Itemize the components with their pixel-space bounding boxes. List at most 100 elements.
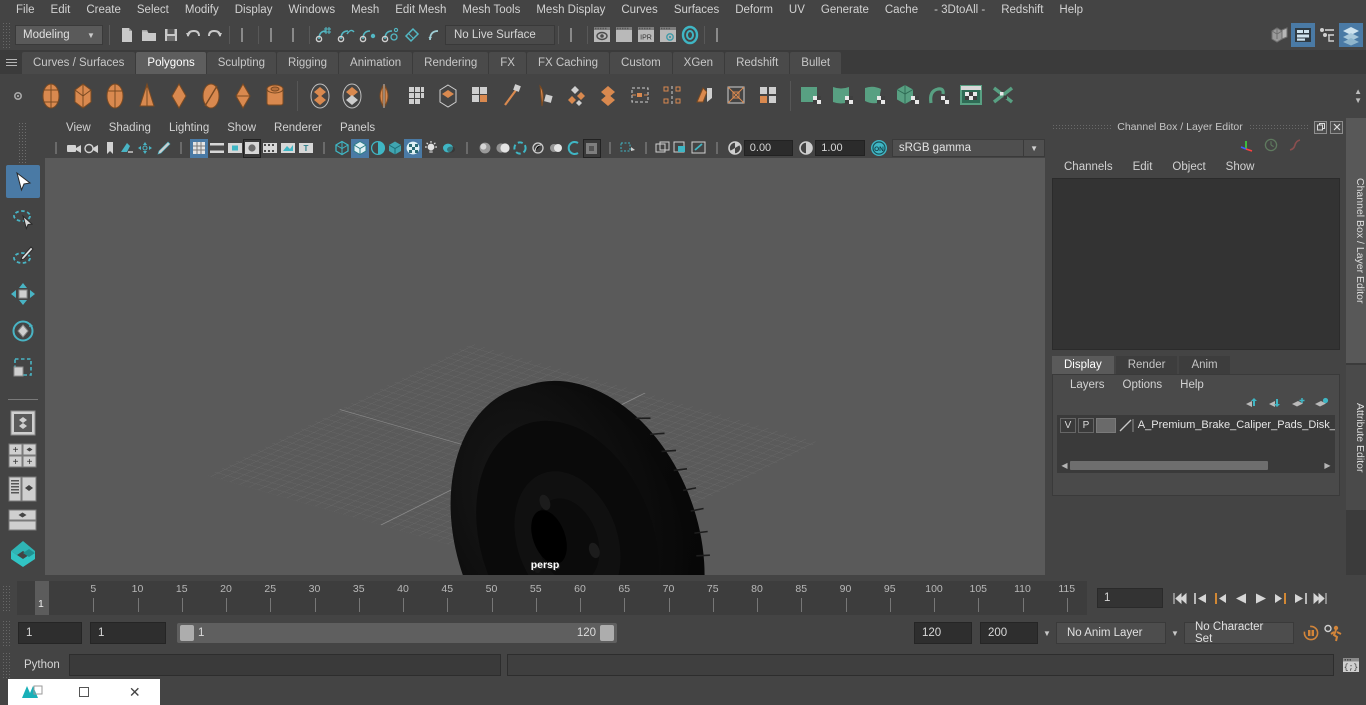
poly-separate-icon[interactable] — [337, 79, 367, 113]
auto-keyframe-icon[interactable] — [1300, 622, 1322, 644]
wireframe-icon[interactable] — [333, 139, 351, 158]
xray-toggle-icon[interactable] — [529, 139, 547, 158]
select-by-component-icon[interactable] — [284, 24, 306, 46]
film-gate-icon[interactable] — [208, 139, 226, 158]
display-layers-icon[interactable] — [619, 139, 637, 158]
layer-tab-display[interactable]: Display — [1052, 356, 1114, 374]
menu-item-surfaces[interactable]: Surfaces — [666, 0, 727, 20]
shelf-tab-sculpting[interactable]: Sculpting — [206, 52, 277, 74]
texture-checker-icon[interactable] — [958, 79, 988, 113]
step-forward-frame-icon[interactable] — [1272, 588, 1289, 608]
grid-toggle-icon[interactable] — [189, 138, 208, 158]
xray-active-components-icon[interactable] — [565, 139, 583, 158]
menu-item-edit[interactable]: Edit — [43, 0, 79, 20]
rotate-tool[interactable] — [6, 314, 40, 347]
curve-icon[interactable] — [1288, 138, 1302, 155]
tool-box-grip[interactable] — [17, 122, 28, 164]
poly-cube-icon[interactable] — [68, 79, 98, 113]
color-management-chevron-down-icon[interactable]: ▼ — [1024, 139, 1045, 157]
shadows-icon[interactable] — [440, 139, 458, 158]
poly-smooth-icon[interactable] — [401, 79, 431, 113]
panel-drag-handle-right[interactable] — [1248, 124, 1308, 130]
character-set-chevron-down-icon[interactable]: ▼ — [1166, 629, 1184, 638]
exposure-value-field[interactable]: 0.00 — [743, 140, 794, 156]
menu-item-select[interactable]: Select — [129, 0, 177, 20]
snap-to-point-icon[interactable] — [357, 24, 379, 46]
poly-sphere-icon[interactable] — [36, 79, 66, 113]
layer-tab-anim[interactable]: Anim — [1179, 356, 1230, 374]
layer-shading-toggle[interactable] — [1095, 417, 1116, 433]
layer-visibility-toggle[interactable]: V — [1060, 417, 1076, 433]
lasso-select-tool[interactable] — [6, 202, 40, 235]
use-all-lights-icon[interactable] — [422, 139, 440, 158]
texture-cube-icon[interactable] — [894, 79, 924, 113]
resolution-gate-icon[interactable] — [226, 139, 244, 158]
dock-tab-channel-box[interactable]: Channel Box / Layer Editor — [1346, 118, 1366, 363]
status-line-grip[interactable] — [2, 22, 12, 48]
move-tool[interactable] — [6, 277, 40, 310]
menu-item-curves[interactable]: Curves — [613, 0, 665, 20]
poly-target-weld-icon[interactable] — [593, 79, 623, 113]
menu-item-cache[interactable]: Cache — [877, 0, 926, 20]
menu-set-selector[interactable]: Modeling ▼ — [15, 25, 103, 45]
xray-text-icon[interactable]: T — [297, 139, 315, 158]
copy-view-icon[interactable] — [654, 139, 672, 158]
texture-transfer-icon[interactable] — [990, 79, 1020, 113]
multisample-icon[interactable] — [511, 139, 529, 158]
poly-quad-draw-icon[interactable] — [625, 79, 655, 113]
grab-view-icon[interactable] — [690, 139, 708, 158]
viewport-3d-canvas[interactable]: y x z persp — [45, 158, 1045, 575]
layer-list-horizontal-scrollbar[interactable]: ◀ ▶ — [1059, 460, 1333, 471]
live-surface-field[interactable]: No Live Surface — [445, 25, 555, 45]
menu-item-windows[interactable]: Windows — [280, 0, 343, 20]
layer-menu-layers[interactable]: Layers — [1061, 379, 1114, 391]
snap-to-projected-center-icon[interactable] — [379, 24, 401, 46]
viewport-menu-lighting[interactable]: Lighting — [160, 122, 218, 134]
menu-item-mesh[interactable]: Mesh — [343, 0, 387, 20]
shelf-tab-rigging[interactable]: Rigging — [277, 52, 339, 74]
poly-pipe-icon[interactable] — [260, 79, 290, 113]
persp-graph-layout[interactable] — [5, 538, 41, 571]
modeling-toolkit-icon[interactable] — [1267, 23, 1291, 47]
go-to-end-icon[interactable] — [1312, 588, 1329, 608]
show-hide-render-view-icon[interactable] — [591, 24, 613, 46]
select-camera-icon[interactable] — [65, 139, 83, 158]
command-output[interactable] — [506, 654, 1334, 676]
xray-joints-icon[interactable] — [547, 139, 565, 158]
snap-to-view-plane-icon[interactable] — [401, 24, 423, 46]
scale-tool[interactable] — [6, 352, 40, 385]
layer-tab-render[interactable]: Render — [1115, 356, 1178, 374]
bookmark-icon[interactable] — [101, 139, 119, 158]
paint-select-tool[interactable] — [6, 240, 40, 273]
menu-item-redshift[interactable]: Redshift — [993, 0, 1051, 20]
poly-bevel-icon[interactable] — [497, 79, 527, 113]
shelf-scroll-down-icon[interactable]: ▼ — [1354, 96, 1362, 105]
layer-color-swatch-icon[interactable] — [1118, 418, 1134, 433]
snap-to-grid-icon[interactable] — [313, 24, 335, 46]
redo-icon[interactable] — [204, 24, 226, 46]
shelf-tab-fx[interactable]: FX — [489, 52, 526, 74]
layer-menu-help[interactable]: Help — [1171, 379, 1213, 391]
menu-item-uv[interactable]: UV — [781, 0, 813, 20]
playback-end-field[interactable]: 120 — [914, 622, 972, 644]
film-origin-icon[interactable] — [261, 139, 279, 158]
range-end-handle[interactable] — [600, 625, 614, 641]
current-time-indicator[interactable]: 1 — [35, 581, 49, 615]
scroll-right-icon[interactable]: ▶ — [1322, 461, 1333, 470]
channel-box-icon[interactable] — [1339, 23, 1363, 47]
tool-settings-icon[interactable] — [1315, 23, 1339, 47]
shelf-tab-xgen[interactable]: XGen — [672, 52, 725, 74]
shelf-tab-redshift[interactable]: Redshift — [725, 52, 790, 74]
shelf-menu-icon[interactable] — [0, 50, 22, 74]
step-back-frame-icon[interactable] — [1212, 588, 1229, 608]
poly-plane-icon[interactable] — [196, 79, 226, 113]
four-view-layout[interactable]: + + + — [7, 441, 39, 470]
anim-layer-chevron-down-icon[interactable]: ▼ — [1038, 629, 1056, 638]
isolate-select-icon[interactable] — [582, 138, 601, 158]
layer-menu-options[interactable]: Options — [1114, 379, 1172, 391]
menu-item-mesh-display[interactable]: Mesh Display — [528, 0, 613, 20]
gamma-value-field[interactable]: 1.00 — [815, 140, 865, 156]
step-forward-keyframe-icon[interactable] — [1292, 588, 1309, 608]
shelf-tab-curves-surfaces[interactable]: Curves / Surfaces — [22, 52, 136, 74]
command-language-label[interactable]: Python — [15, 659, 69, 671]
